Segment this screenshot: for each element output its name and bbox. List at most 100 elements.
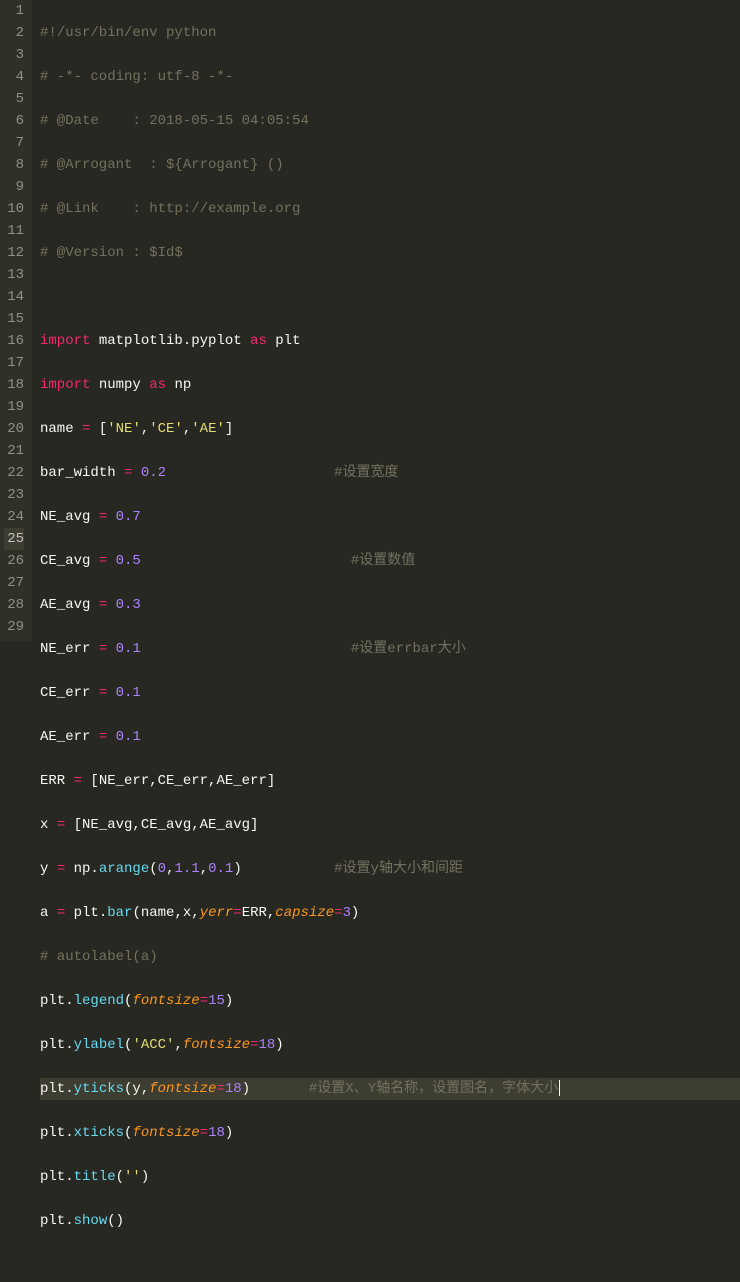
line-number: 10 [4, 198, 24, 220]
code-line[interactable]: a = plt.bar(name,x,yerr=ERR,capsize=3) [40, 902, 740, 924]
code-line[interactable]: plt.show() [40, 1210, 740, 1232]
number: 0.1 [116, 685, 141, 701]
line-number: 22 [4, 462, 24, 484]
operator: = [74, 773, 82, 789]
string: '' [124, 1169, 141, 1185]
code-line[interactable] [40, 1254, 740, 1276]
code-line[interactable]: import numpy as np [40, 374, 740, 396]
text: np [166, 377, 191, 393]
code-line[interactable]: import matplotlib.pyplot as plt [40, 330, 740, 352]
code-line[interactable]: x = [NE_avg,CE_avg,AE_avg] [40, 814, 740, 836]
param: fontsize [132, 993, 199, 1009]
line-number: 29 [4, 616, 24, 638]
line-number: 23 [4, 484, 24, 506]
code-line[interactable]: # @Version : $Id$ [40, 242, 740, 264]
line-number: 12 [4, 242, 24, 264]
code-line[interactable]: #!/usr/bin/env python [40, 22, 740, 44]
function: xticks [74, 1125, 124, 1141]
string: 'NE' [107, 421, 141, 437]
number: 15 [208, 993, 225, 1009]
comment: #设置y轴大小和间距 [334, 858, 463, 880]
text: plt [267, 333, 301, 349]
text: CE_err [40, 685, 99, 701]
text: (name,x, [132, 905, 199, 921]
text: [ [90, 421, 107, 437]
code-line[interactable]: plt.yticks(y,fontsize=18) #设置X、Y轴名称，设置图名… [40, 1078, 740, 1100]
code-line[interactable]: # @Date : 2018-05-15 04:05:54 [40, 110, 740, 132]
line-number: 13 [4, 264, 24, 286]
operator: = [57, 817, 65, 833]
code-line[interactable]: AE_err = 0.1 [40, 726, 740, 748]
text: (y, [124, 1081, 149, 1097]
text: [NE_avg,CE_avg,AE_avg] [65, 817, 258, 833]
text: , [174, 1037, 182, 1053]
operator: = [200, 993, 208, 1009]
code-line[interactable]: plt.xticks(fontsize=18) [40, 1122, 740, 1144]
code-line[interactable]: # @Arrogant : ${Arrogant} () [40, 154, 740, 176]
param: fontsize [132, 1125, 199, 1141]
code-line[interactable]: CE_err = 0.1 [40, 682, 740, 704]
operator: = [57, 905, 65, 921]
operator: = [250, 1037, 258, 1053]
text: ( [124, 1125, 132, 1141]
number: 0.1 [116, 729, 141, 745]
line-number: 17 [4, 352, 24, 374]
text: bar_width [40, 465, 124, 481]
operator: = [57, 861, 65, 877]
code-line[interactable]: ERR = [NE_err,CE_err,AE_err] [40, 770, 740, 792]
code-line[interactable]: plt.title('') [40, 1166, 740, 1188]
text: [NE_err,CE_err,AE_err] [82, 773, 275, 789]
comment: # autolabel(a) [40, 949, 158, 965]
line-number: 20 [4, 418, 24, 440]
text: , [183, 421, 191, 437]
text: plt. [40, 1037, 74, 1053]
text: AE_avg [40, 597, 99, 613]
code-line[interactable]: bar_width = 0.2 #设置宽度 [40, 462, 740, 484]
text: plt. [40, 1213, 74, 1229]
function: bar [107, 905, 132, 921]
line-number: 28 [4, 594, 24, 616]
operator: = [334, 905, 342, 921]
comment: # @Link : http://example.org [40, 201, 300, 217]
code-line[interactable]: CE_avg = 0.5 #设置数值 [40, 550, 740, 572]
comment: # @Arrogant : ${Arrogant} () [40, 157, 284, 173]
code-line[interactable]: name = ['NE','CE','AE'] [40, 418, 740, 440]
code-line[interactable]: y = np.arange(0,1.1,0.1) #设置y轴大小和间距 [40, 858, 740, 880]
code-line[interactable]: plt.ylabel('ACC',fontsize=18) [40, 1034, 740, 1056]
string: 'ACC' [132, 1037, 174, 1053]
line-number: 21 [4, 440, 24, 462]
comment: #设置X、Y轴名称，设置图名，字体大小 [309, 1078, 558, 1100]
code-editor[interactable]: #!/usr/bin/env python # -*- coding: utf-… [32, 0, 740, 641]
keyword: import [40, 333, 90, 349]
text: , [166, 861, 174, 877]
line-number: 26 [4, 550, 24, 572]
text [107, 729, 115, 745]
cursor-icon [559, 1080, 560, 1096]
code-line[interactable]: plt.legend(fontsize=15) [40, 990, 740, 1012]
operator: = [99, 729, 107, 745]
keyword: as [250, 333, 267, 349]
code-line[interactable] [40, 286, 740, 308]
code-line[interactable]: # -*- coding: utf-8 -*- [40, 66, 740, 88]
text [132, 465, 140, 481]
text: ) [225, 1125, 233, 1141]
param: yerr [200, 905, 234, 921]
code-line[interactable]: # @Link : http://example.org [40, 198, 740, 220]
text: ) [233, 861, 241, 877]
text: ERR, [242, 905, 276, 921]
code-line[interactable]: NE_avg = 0.7 [40, 506, 740, 528]
operator: = [200, 1125, 208, 1141]
pad [166, 465, 334, 481]
code-line[interactable]: AE_avg = 0.3 [40, 594, 740, 616]
line-number: 27 [4, 572, 24, 594]
line-number: 11 [4, 220, 24, 242]
text: , [141, 421, 149, 437]
text [107, 553, 115, 569]
function: arange [99, 861, 149, 877]
text [107, 641, 115, 657]
text: ( [116, 1169, 124, 1185]
pad [242, 861, 334, 877]
code-line[interactable]: # autolabel(a) [40, 946, 740, 968]
text: ERR [40, 773, 74, 789]
code-line[interactable]: NE_err = 0.1 #设置errbar大小 [40, 638, 740, 660]
